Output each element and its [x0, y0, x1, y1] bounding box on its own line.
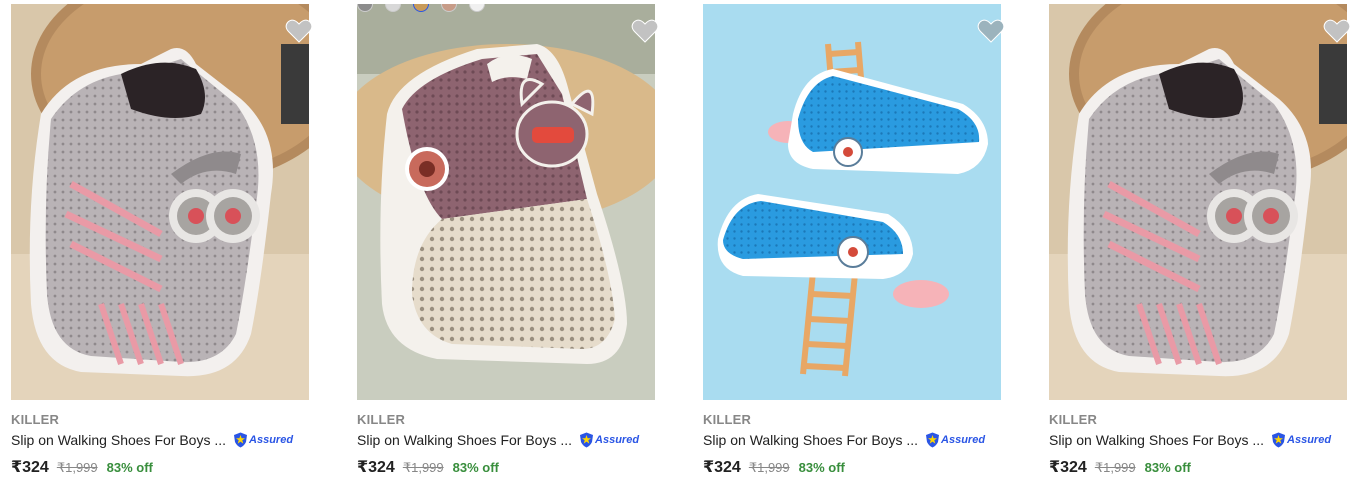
product-price: ₹324: [357, 459, 395, 476]
product-discount: 83% off: [452, 460, 499, 475]
assured-badge: Assured: [233, 432, 293, 448]
assured-shield-icon: [926, 432, 940, 448]
wishlist-heart-icon[interactable]: [1323, 18, 1351, 44]
product-card[interactable]: KILLER Slip on Walking Shoes For Boys ..…: [11, 0, 313, 482]
product-title[interactable]: Slip on Walking Shoes For Boys ...: [1049, 432, 1264, 448]
assured-badge: Assured: [1271, 432, 1331, 448]
product-brand: KILLER: [357, 412, 406, 427]
product-price: ₹324: [1049, 459, 1087, 476]
assured-shield-icon: [580, 432, 594, 448]
product-brand: KILLER: [1049, 412, 1098, 427]
product-title[interactable]: Slip on Walking Shoes For Boys ...: [11, 432, 226, 448]
product-image[interactable]: [357, 4, 655, 400]
product-discount: 83% off: [798, 460, 845, 475]
wishlist-heart-icon[interactable]: [631, 18, 659, 44]
product-image[interactable]: [1049, 4, 1347, 400]
product-image[interactable]: [11, 4, 309, 400]
product-card[interactable]: KILLER Slip on Walking Shoes For Boys ..…: [357, 0, 659, 482]
product-card[interactable]: KILLER Slip on Walking Shoes For Boys ..…: [703, 0, 1005, 482]
assured-shield-icon: [234, 432, 248, 448]
wishlist-heart-icon[interactable]: [285, 18, 313, 44]
wishlist-heart-icon[interactable]: [977, 18, 1005, 44]
product-price: ₹324: [703, 459, 741, 476]
product-brand: KILLER: [703, 412, 752, 427]
product-mrp: ₹1,999: [56, 460, 98, 475]
product-mrp: ₹1,999: [1094, 460, 1136, 475]
product-image[interactable]: [703, 4, 1001, 400]
product-discount: 83% off: [106, 460, 153, 475]
product-mrp: ₹1,999: [748, 460, 790, 475]
assured-shield-icon: [1272, 432, 1286, 448]
product-title[interactable]: Slip on Walking Shoes For Boys ...: [357, 432, 572, 448]
color-swatches[interactable]: [357, 4, 485, 12]
product-mrp: ₹1,999: [402, 460, 444, 475]
product-brand: KILLER: [11, 412, 60, 427]
product-card[interactable]: KILLER Slip on Walking Shoes For Boys ..…: [1049, 0, 1351, 482]
assured-badge: Assured: [925, 432, 985, 448]
product-price: ₹324: [11, 459, 49, 476]
product-title[interactable]: Slip on Walking Shoes For Boys ...: [703, 432, 918, 448]
assured-badge: Assured: [579, 432, 639, 448]
product-discount: 83% off: [1144, 460, 1191, 475]
